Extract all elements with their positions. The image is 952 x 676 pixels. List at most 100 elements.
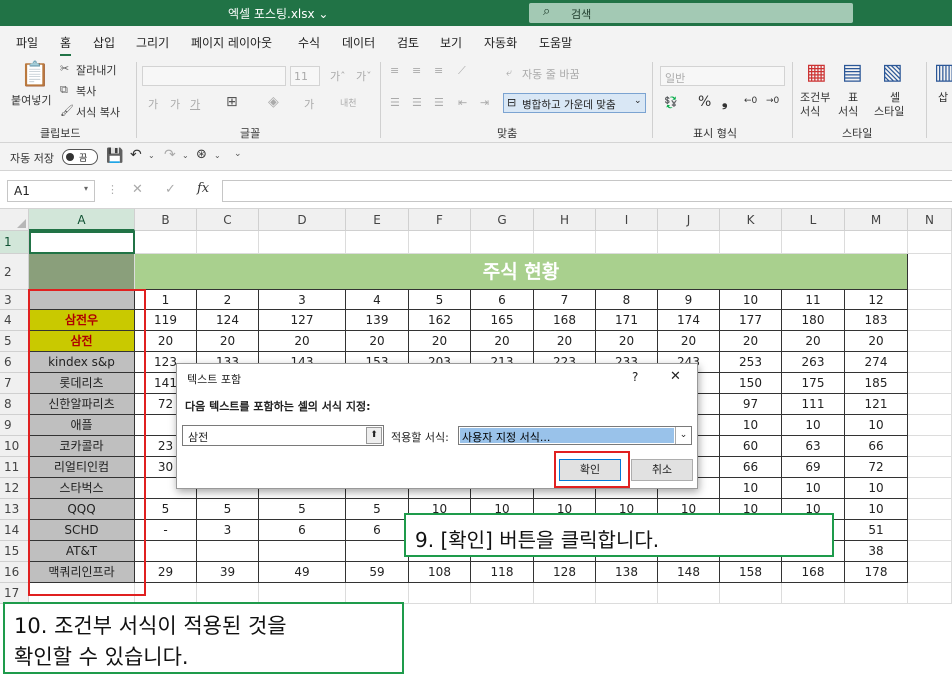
stock-name-cell[interactable]: 삼전우 — [29, 310, 135, 331]
wrap-text-icon[interactable]: ⤶ — [506, 66, 512, 80]
insert-cells-label[interactable]: 삽 — [938, 89, 948, 105]
value-cell[interactable]: 20 — [845, 331, 908, 352]
cell[interactable] — [908, 254, 952, 290]
value-cell[interactable]: 72 — [845, 457, 908, 478]
cell-styles-label-2[interactable]: 스타일 — [874, 103, 904, 119]
stock-name-cell[interactable]: kindex s&p — [29, 352, 135, 373]
value-cell[interactable]: 10 — [845, 499, 908, 520]
cell[interactable] — [534, 231, 596, 254]
close-icon[interactable]: ✕ — [670, 369, 681, 384]
cell[interactable] — [471, 231, 534, 254]
cut-icon[interactable]: ✂ — [60, 62, 69, 75]
window-title[interactable]: 엑셀 포스팅.xlsx ⌄ — [228, 5, 329, 22]
cell[interactable] — [908, 583, 952, 604]
grow-font-icon[interactable]: 가ˆ — [330, 68, 346, 84]
customize-qat-icon[interactable]: ⌄ — [234, 149, 242, 159]
shrink-font-icon[interactable]: 가ˇ — [356, 68, 372, 84]
value-cell[interactable]: 168 — [534, 310, 596, 331]
value-cell[interactable]: 20 — [596, 331, 658, 352]
value-cell[interactable]: 139 — [346, 310, 409, 331]
select-all-corner[interactable] — [0, 209, 29, 231]
formula-input[interactable] — [222, 180, 952, 202]
cell-a2[interactable] — [29, 254, 135, 290]
cell[interactable] — [135, 231, 197, 254]
value-cell[interactable]: 253 — [720, 352, 782, 373]
value-cell[interactable]: 10 — [845, 415, 908, 436]
stock-name-cell[interactable]: QQQ — [29, 499, 135, 520]
row-header[interactable]: 10 — [0, 436, 29, 457]
cell[interactable] — [346, 231, 409, 254]
value-cell[interactable]: 5 — [259, 499, 346, 520]
cell[interactable] — [658, 231, 720, 254]
value-cell[interactable]: 63 — [782, 436, 845, 457]
row-header[interactable]: 9 — [0, 415, 29, 436]
value-cell[interactable]: 66 — [845, 436, 908, 457]
row-header[interactable]: 3 — [0, 290, 29, 310]
value-cell[interactable] — [346, 541, 409, 562]
increase-decimal-icon[interactable]: ←0 — [744, 96, 757, 106]
value-cell[interactable]: 10 — [720, 415, 782, 436]
orientation-icon[interactable]: ⟋ — [458, 64, 466, 78]
cell[interactable] — [782, 583, 845, 604]
increase-indent-icon[interactable]: ⇥ — [480, 96, 489, 109]
value-cell[interactable]: 8 — [596, 290, 658, 310]
tab-file[interactable]: 파일 — [16, 34, 38, 51]
cell[interactable] — [908, 415, 952, 436]
value-cell[interactable]: 127 — [259, 310, 346, 331]
column-header[interactable]: K — [720, 209, 782, 231]
value-cell[interactable]: 11 — [782, 290, 845, 310]
value-cell[interactable]: 20 — [534, 331, 596, 352]
value-cell[interactable]: 138 — [596, 562, 658, 583]
value-cell[interactable]: 5 — [197, 499, 259, 520]
tab-view[interactable]: 보기 — [440, 34, 462, 51]
value-cell[interactable]: 20 — [471, 331, 534, 352]
cell[interactable] — [908, 562, 952, 583]
value-cell[interactable]: 4 — [346, 290, 409, 310]
stock-name-cell[interactable]: SCHD — [29, 520, 135, 541]
conditional-formatting-label-2[interactable]: 서식 — [800, 103, 820, 119]
insert-function-icon[interactable]: fx — [197, 181, 209, 196]
format-dropdown[interactable]: 사용자 지정 서식... ⌄ — [458, 426, 692, 445]
row-header[interactable]: 7 — [0, 373, 29, 394]
format-painter-icon[interactable]: 🖌 — [60, 104, 74, 117]
value-cell[interactable]: 118 — [471, 562, 534, 583]
value-cell[interactable] — [259, 541, 346, 562]
copy-icon[interactable]: ⧉ — [60, 83, 68, 97]
cell[interactable] — [720, 583, 782, 604]
value-cell[interactable]: 20 — [409, 331, 471, 352]
cell[interactable] — [908, 231, 952, 254]
column-header[interactable]: F — [409, 209, 471, 231]
tab-data[interactable]: 데이터 — [342, 34, 375, 51]
value-cell[interactable]: 185 — [845, 373, 908, 394]
value-cell[interactable]: 20 — [135, 331, 197, 352]
value-cell[interactable]: 2 — [197, 290, 259, 310]
align-middle-icon[interactable]: ≡ — [412, 64, 421, 77]
value-cell[interactable]: 6 — [346, 520, 409, 541]
cell[interactable] — [908, 290, 952, 310]
fill-color-icon[interactable]: ◈ — [268, 94, 279, 110]
font-color-icon[interactable]: 가 — [304, 96, 314, 112]
tab-draw[interactable]: 그리기 — [136, 34, 169, 51]
column-header[interactable]: N — [908, 209, 952, 231]
row-header[interactable]: 8 — [0, 394, 29, 415]
row-header[interactable]: 5 — [0, 331, 29, 352]
stock-name-cell[interactable]: 코카콜라 — [29, 436, 135, 457]
row-header[interactable]: 11 — [0, 457, 29, 478]
cell-styles-icon[interactable]: ▧ — [882, 60, 903, 85]
row-header[interactable]: 16 — [0, 562, 29, 583]
cell[interactable] — [409, 231, 471, 254]
tab-page-layout[interactable]: 페이지 레이아웃 — [191, 34, 272, 51]
font-size-dropdown[interactable]: 11 — [290, 66, 320, 86]
stock-name-cell[interactable]: 롯데리츠 — [29, 373, 135, 394]
value-cell[interactable]: 174 — [658, 310, 720, 331]
row-header[interactable]: 2 — [0, 254, 29, 290]
value-cell[interactable]: 180 — [782, 310, 845, 331]
value-cell[interactable]: 10 — [782, 415, 845, 436]
value-cell[interactable]: 5 — [346, 499, 409, 520]
text-input[interactable]: 삼전 ⬆ — [182, 425, 384, 446]
cell[interactable] — [720, 231, 782, 254]
column-header[interactable]: M — [845, 209, 908, 231]
cell[interactable] — [908, 457, 952, 478]
accounting-icon[interactable]: 💱 — [664, 96, 678, 109]
value-cell[interactable]: 3 — [197, 520, 259, 541]
